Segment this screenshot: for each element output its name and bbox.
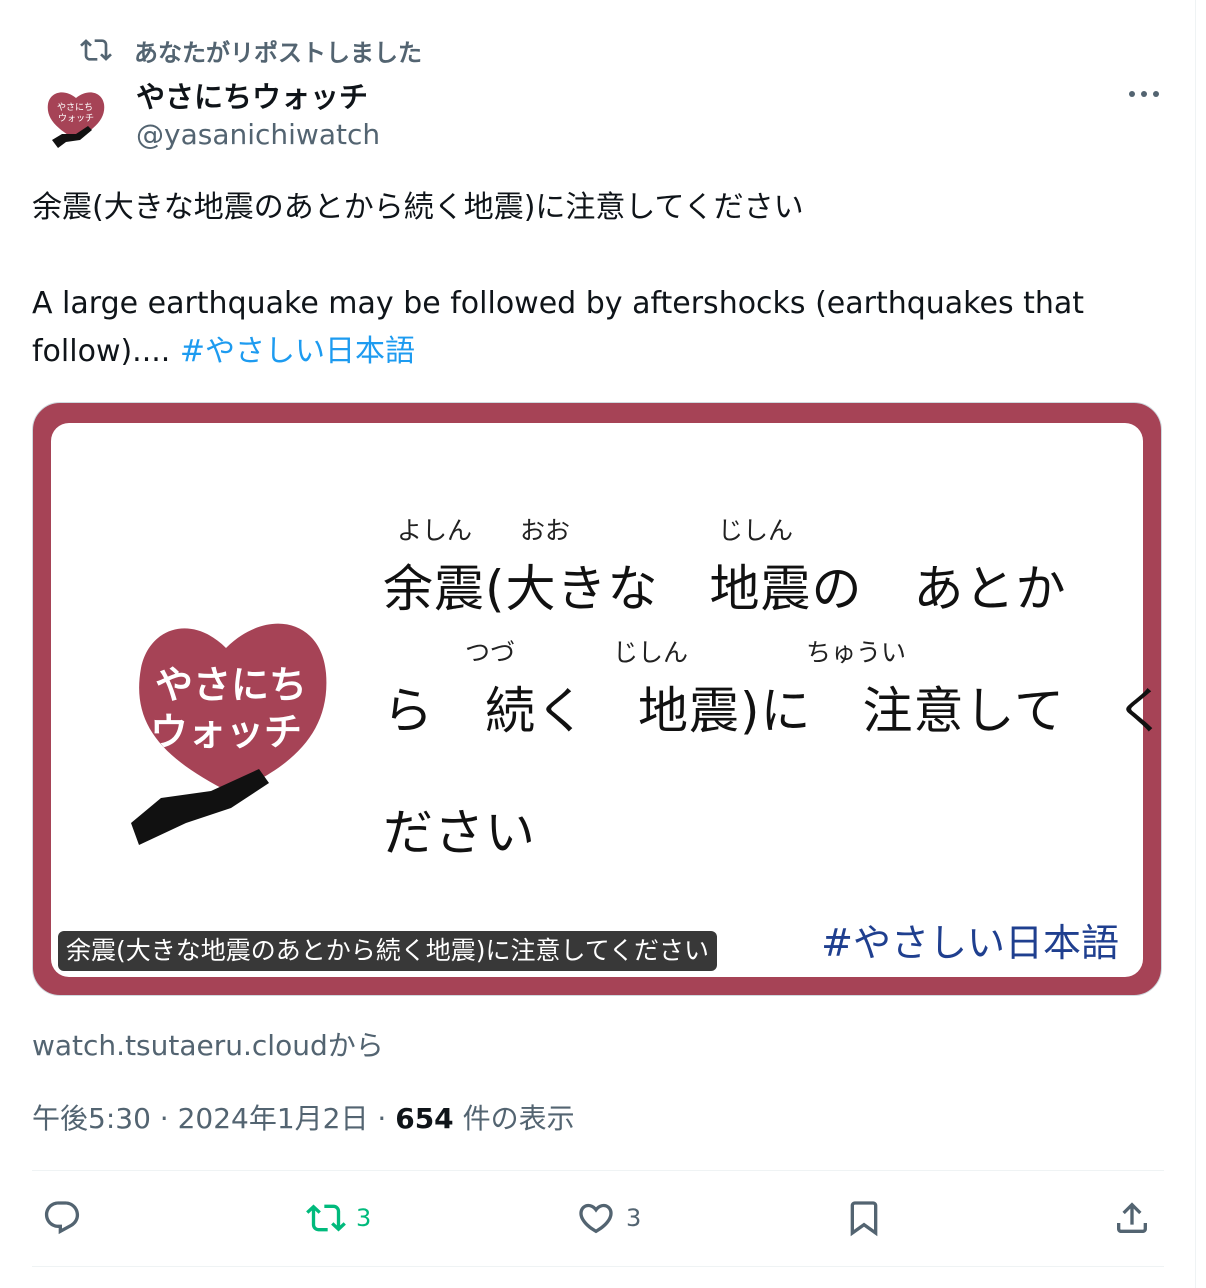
ruby-jishin: じしん	[717, 516, 793, 545]
hashtag-link[interactable]: #やさしい日本語	[180, 334, 415, 369]
card-main-line-1: 余震(大きな 地震の あとか	[383, 560, 1067, 618]
bookmark-icon	[850, 1201, 878, 1237]
timeline-right-border	[1195, 0, 1196, 1288]
more-dot	[1153, 91, 1159, 97]
ruby-yoshin: よしん	[397, 516, 473, 545]
repost-count: 3	[356, 1204, 372, 1232]
ruby-jishin-2: じしん	[612, 638, 688, 667]
reply-button[interactable]	[42, 1196, 82, 1240]
share-icon	[1117, 1202, 1147, 1233]
heart-icon	[579, 1203, 613, 1234]
ruby-tsuzu: つづ	[465, 638, 516, 667]
tweet-time[interactable]: 午後5:30	[32, 1102, 151, 1135]
share-button[interactable]	[1112, 1196, 1152, 1240]
card-logo: やさにち ウォッチ	[131, 623, 327, 845]
card-caption: 余震(大きな地震のあとから続く地震)に注意してください	[58, 931, 718, 971]
tweet-text: 余震(大きな地震のあとから続く地震)に注意してください A large eart…	[32, 184, 1152, 376]
author-handle[interactable]: @yasanichiwatch	[136, 118, 380, 151]
like-count: 3	[626, 1204, 642, 1232]
meta-separator: ·	[377, 1102, 396, 1135]
card-hand	[131, 769, 269, 845]
repost-icon	[306, 1204, 346, 1232]
tweet-line-japanese: 余震(大きな地震のあとから続く地震)に注意してください	[32, 190, 804, 225]
views-count: 654	[395, 1102, 454, 1135]
ruby-oo: おお	[519, 516, 570, 545]
card-main-line-3: ださい	[383, 804, 536, 862]
repost-button[interactable]: 3	[306, 1196, 371, 1240]
card-logo-top-text: やさにち	[155, 663, 307, 707]
repost-label: あなたがリポストしました	[134, 38, 422, 67]
card-heart	[139, 623, 327, 793]
tweet-date[interactable]: 2024年1月2日	[178, 1102, 369, 1135]
link-card[interactable]: やさにち ウォッチ よしん おお じしん 余震(大きな 地震の あとか つづ じ…	[32, 402, 1162, 996]
like-button[interactable]: 3	[576, 1196, 641, 1240]
card-logo-bottom-text: ウォッチ	[150, 710, 302, 754]
avatar-text-top: やさにち	[57, 102, 93, 113]
card-main-line-2: ら 続く 地震)に 注意して く	[383, 682, 1162, 740]
ruby-row-2: つづ じしん ちゅうい	[465, 633, 906, 669]
card-image: やさにち ウォッチ よしん おお じしん 余震(大きな 地震の あとか つづ じ…	[51, 423, 1161, 977]
bookmark-button[interactable]	[844, 1196, 884, 1240]
more-dot	[1129, 91, 1135, 97]
views-label: 件の表示	[462, 1102, 575, 1135]
avatar-text-bottom: ウォッチ	[58, 113, 94, 124]
repost-indicator[interactable]: あなたがリポストしました	[80, 34, 422, 67]
more-dot	[1141, 91, 1147, 97]
more-options-button[interactable]	[1120, 78, 1168, 110]
tweet-line-english: A large earthquake may be followed by af…	[32, 280, 1152, 376]
divider-top	[32, 1170, 1164, 1171]
repost-icon	[80, 39, 112, 61]
avatar[interactable]: やさにち ウォッチ	[36, 78, 116, 158]
reply-icon	[44, 1201, 80, 1235]
author-display-name[interactable]: やさにちウォッチ	[136, 74, 368, 116]
card-hashtag: #やさしい日本語	[821, 921, 1119, 965]
tweet-meta: 午後5:30 · 2024年1月2日 · 654 件の表示	[32, 1097, 575, 1137]
ruby-row-1: よしん おお じしん	[397, 511, 793, 547]
meta-separator: ·	[159, 1102, 178, 1135]
divider-bottom	[32, 1266, 1164, 1267]
card-source-link[interactable]: watch.tsutaeru.cloudから	[32, 1024, 384, 1064]
ruby-chuui: ちゅうい	[805, 638, 906, 667]
